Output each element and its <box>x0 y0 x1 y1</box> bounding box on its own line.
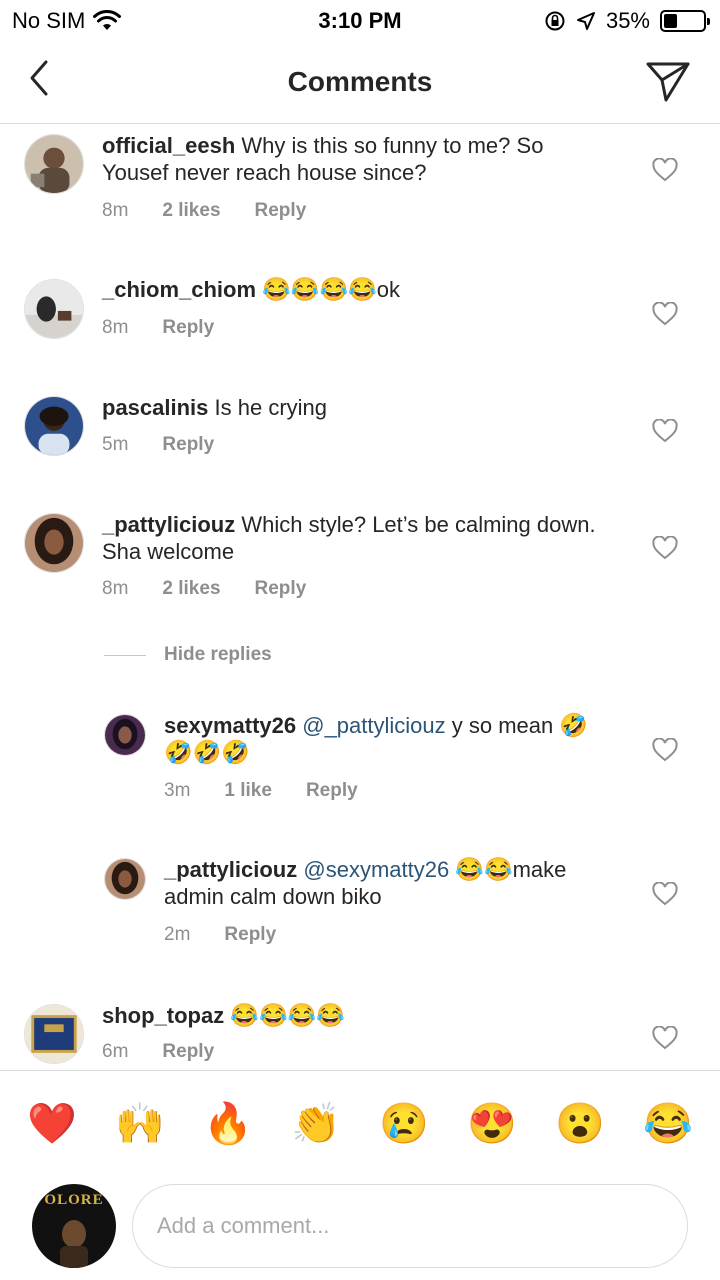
like-heart-icon[interactable] <box>652 158 678 182</box>
like-heart-icon[interactable] <box>652 302 678 326</box>
comment-message: y so mean <box>451 713 554 738</box>
mention-link[interactable]: @_pattyliciouz <box>302 713 445 738</box>
like-heart-icon[interactable] <box>652 536 678 560</box>
orientation-lock-icon <box>545 11 565 31</box>
hide-replies-line <box>104 654 146 656</box>
comment-meta: 6m Reply <box>102 1041 214 1063</box>
comment-text: _chiom_chiom 😂😂😂😂ok <box>102 276 602 303</box>
comment-meta: 8m 2 likes Reply <box>102 578 306 600</box>
reaction-surprised-face[interactable]: 😮 <box>545 1100 615 1147</box>
location-arrow-icon <box>576 12 595 30</box>
avatar[interactable] <box>24 513 84 573</box>
comment-username[interactable]: _pattyliciouz <box>164 857 297 882</box>
comment-message: ok <box>376 277 400 302</box>
reply-button[interactable]: Reply <box>162 434 214 456</box>
hide-replies-toggle[interactable]: Hide replies <box>104 644 272 666</box>
comment-text: pascalinis Is he crying <box>102 394 602 421</box>
reply-button[interactable]: Reply <box>306 780 358 802</box>
nav-bar: Comments <box>0 40 720 124</box>
comment-username[interactable]: shop_topaz <box>102 1003 224 1028</box>
battery-fill <box>664 14 677 28</box>
battery-icon <box>660 10 710 32</box>
comment-list[interactable]: official_eesh Why is this so funny to me… <box>0 124 720 1070</box>
comment-text: official_eesh Why is this so funny to me… <box>102 132 602 186</box>
comment-time: 8m <box>102 578 129 599</box>
hide-replies-label[interactable]: Hide replies <box>164 644 272 666</box>
comment-emojis: 😂😂 <box>455 856 513 882</box>
comment-meta: 8m Reply <box>102 317 214 339</box>
reaction-laughing-tears[interactable]: 😂 <box>633 1100 703 1147</box>
comment-time: 8m <box>102 200 129 221</box>
reaction-red-heart[interactable]: ❤️ <box>17 1100 87 1147</box>
comment-likes[interactable]: 1 like <box>224 780 272 802</box>
comment-meta: 3m 1 like Reply <box>164 780 358 802</box>
comment-message: make <box>512 857 567 882</box>
comment-text: _pattyliciouz @sexymatty26 😂😂make admin … <box>164 856 614 910</box>
avatar[interactable] <box>104 714 146 756</box>
comment-emojis: 😂😂😂😂 <box>230 1002 345 1028</box>
comment-message: Is he crying <box>214 395 328 420</box>
status-right: 35% <box>544 8 710 34</box>
avatar[interactable] <box>24 279 84 339</box>
comment-text: sexymatty26 @_pattyliciouz y so mean 🤣🤣🤣… <box>164 712 604 766</box>
comment-message-line2: admin calm down biko <box>164 884 382 909</box>
comment-meta: 2m Reply <box>164 924 276 946</box>
comment-input[interactable] <box>132 1184 688 1268</box>
comment-emojis: 😂😂😂😂 <box>262 276 377 302</box>
mention-link[interactable]: @sexymatty26 <box>303 857 449 882</box>
quick-reaction-bar: ❤️ 🙌 🔥 👏 😢 😍 😮 😂 <box>0 1070 720 1176</box>
avatar[interactable] <box>24 1004 84 1064</box>
reaction-clapping-hands[interactable]: 👏 <box>281 1100 351 1147</box>
avatar[interactable] <box>24 396 84 456</box>
reply-button[interactable]: Reply <box>255 578 307 600</box>
comment-username[interactable]: _chiom_chiom <box>102 277 256 302</box>
reaction-heart-eyes[interactable]: 😍 <box>457 1100 527 1147</box>
comment-text: shop_topaz 😂😂😂😂 <box>102 1002 602 1029</box>
comment-meta: 8m 2 likes Reply <box>102 200 306 222</box>
comment-time: 2m <box>164 924 191 945</box>
current-user-avatar[interactable]: OLORE <box>32 1184 116 1268</box>
reply-button[interactable]: Reply <box>255 200 307 222</box>
comment-username[interactable]: sexymatty26 <box>164 713 296 738</box>
like-heart-icon[interactable] <box>652 882 678 906</box>
comment-likes[interactable]: 2 likes <box>162 578 220 600</box>
comment-likes[interactable]: 2 likes <box>162 200 220 222</box>
comment-username[interactable]: _pattyliciouz <box>102 512 235 537</box>
comment-composer: OLORE <box>0 1176 720 1280</box>
comment-meta: 5m Reply <box>102 434 214 456</box>
direct-send-icon[interactable] <box>644 56 692 104</box>
comment-time: 5m <box>102 434 129 455</box>
reaction-raised-hands[interactable]: 🙌 <box>105 1100 175 1147</box>
reaction-fire[interactable]: 🔥 <box>193 1100 263 1147</box>
like-heart-icon[interactable] <box>652 1026 678 1050</box>
comment-username[interactable]: official_eesh <box>102 133 235 158</box>
status-bar: No SIM 3:10 PM 35% <box>0 0 720 40</box>
battery-percent: 35% <box>605 8 650 33</box>
comment-text: _pattyliciouz Which style? Let’s be calm… <box>102 511 602 565</box>
comment-time: 3m <box>164 780 191 801</box>
comment-time: 8m <box>102 317 129 338</box>
like-heart-icon[interactable] <box>652 738 678 762</box>
avatar[interactable] <box>24 134 84 194</box>
reply-button[interactable]: Reply <box>162 1041 214 1063</box>
comment-time: 6m <box>102 1041 129 1062</box>
reaction-crying-face[interactable]: 😢 <box>369 1100 439 1147</box>
like-heart-icon[interactable] <box>652 419 678 443</box>
avatar[interactable] <box>104 858 146 900</box>
page-title: Comments <box>287 66 433 97</box>
reply-button[interactable]: Reply <box>224 924 276 946</box>
comment-username[interactable]: pascalinis <box>102 395 208 420</box>
reply-button[interactable]: Reply <box>162 317 214 339</box>
